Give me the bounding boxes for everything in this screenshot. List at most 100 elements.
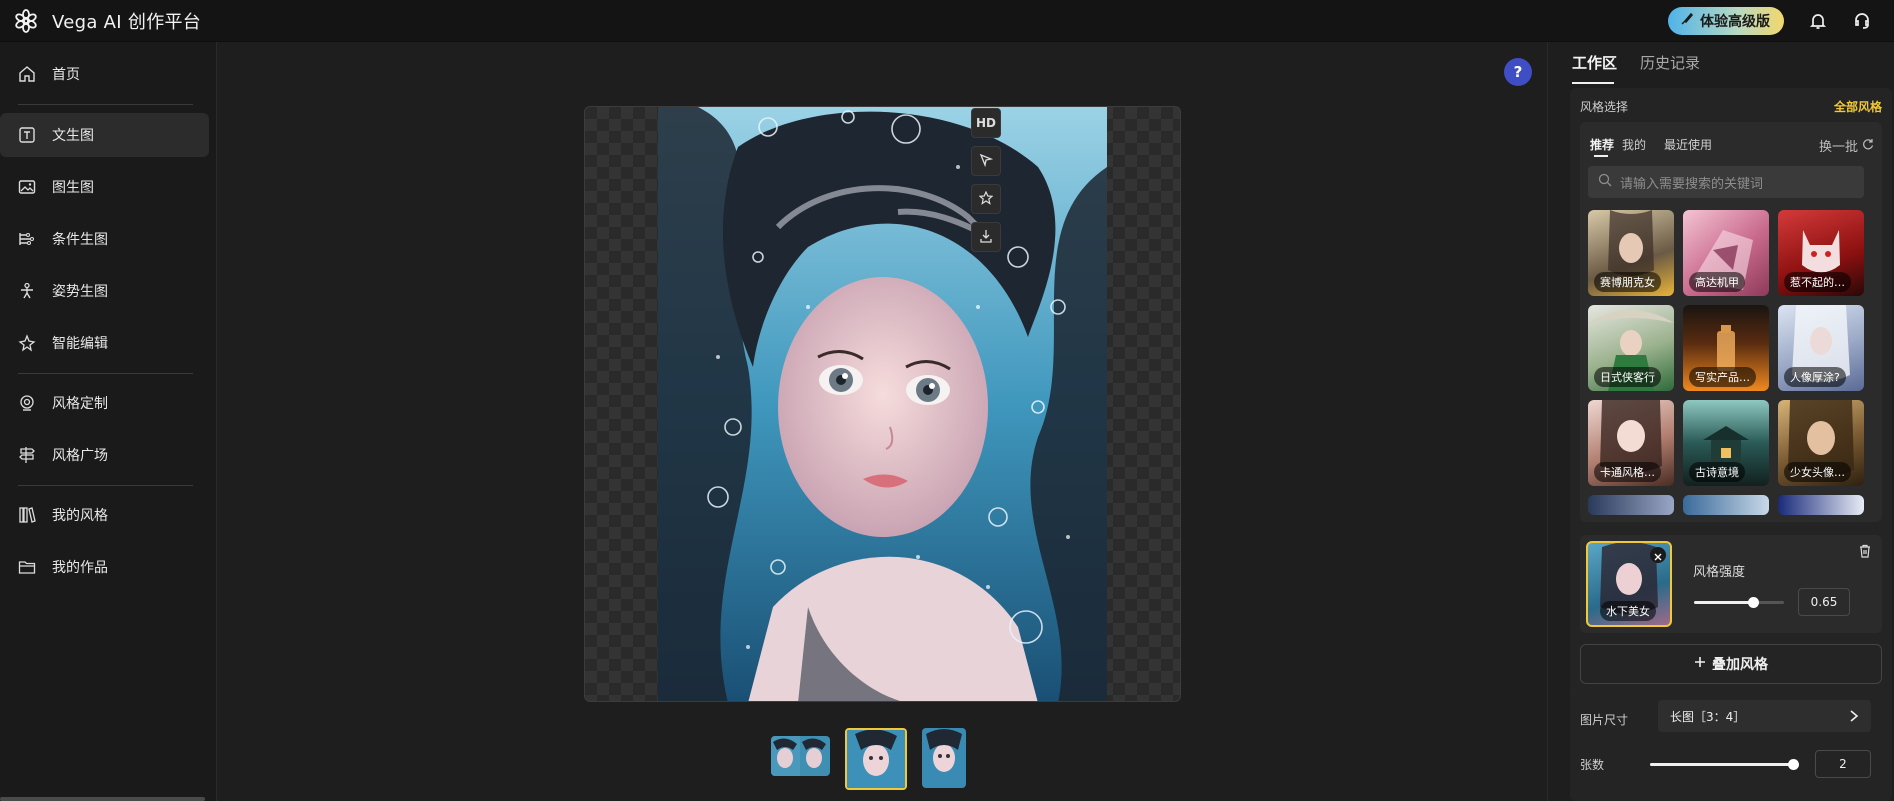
tab-history[interactable]: 历史记录 [1640,52,1700,73]
count-slider[interactable] [1650,759,1799,770]
headset-icon[interactable] [1850,9,1874,33]
sidebar-scrollbar[interactable] [0,797,205,801]
text-image-icon [18,126,36,144]
style-tile[interactable]: 少女头像… [1778,400,1864,486]
sidebar-item-style-plaza[interactable]: 风格广场 [0,433,209,477]
image-size-select[interactable]: 长图［3：4］ [1658,700,1871,732]
select-tool-button[interactable] [971,146,1001,176]
sidebar-item-label: 我的作品 [52,560,108,576]
style-tile[interactable]: 赛博朋克女 [1588,210,1674,296]
top-bar: Vega AI 创作平台 体验高级版 [0,0,1894,42]
chevron-right-icon [1849,709,1859,726]
tile-label: 赛博朋克女 [1594,272,1661,292]
style-tile[interactable]: 卡通风格… [1588,400,1674,486]
count-slider-knob[interactable] [1788,759,1799,770]
target-icon [18,394,36,412]
search-icon [1598,173,1612,191]
sidebar-item-smart-edit[interactable]: 智能编辑 [0,321,209,365]
count-label: 张数 [1580,758,1605,772]
hd-button[interactable]: HD [971,108,1001,138]
upgrade-button[interactable]: 体验高级版 [1668,7,1784,35]
add-style-button[interactable]: 叠加风格 [1580,644,1882,684]
add-style-label: 叠加风格 [1712,657,1768,673]
tile-label: 写实产品… [1689,367,1756,387]
subtab-mine[interactable]: 我的 [1622,136,1646,153]
signpost-icon [18,446,36,464]
style-tile[interactable] [1588,495,1674,515]
sidebar-item-label: 风格定制 [52,396,108,412]
image-icon [18,178,36,196]
subtab-underline [1594,155,1608,157]
style-tile[interactable]: 高达机甲 [1683,210,1769,296]
download-icon [979,229,993,246]
tile-label: 人像厚涂? [1784,367,1846,387]
sidebar-item-label: 文生图 [52,128,94,144]
tab-underline [1572,82,1614,84]
count-value[interactable]: 2 [1815,750,1871,778]
tile-label: 古诗意境 [1689,462,1745,482]
selected-style-card: 水下美女 风格强度 0.65 [1580,535,1882,633]
style-tile[interactable]: 惹不起的… [1778,210,1864,296]
tile-label: 日式侠客行 [1594,367,1661,387]
tile-label: 惹不起的… [1784,272,1851,292]
pose-icon [18,282,36,300]
refresh-icon [1862,138,1874,154]
image-size-label: 图片尺寸 [1580,713,1629,727]
image-size-value: 长图［3：4］ [1670,709,1746,724]
sidebar-item-pose[interactable]: 姿势生图 [0,269,209,313]
style-tile[interactable]: 古诗意境 [1683,400,1769,486]
style-tile[interactable]: 日式侠客行 [1588,305,1674,391]
style-search-input[interactable]: 请输入需要搜索的关键词 [1588,166,1864,198]
strength-slider-knob[interactable] [1747,597,1759,608]
right-panel: 工作区 历史记录 风格选择 全部风格 推荐 我的 最近使用 换一批 请输入需要搜… [1547,42,1894,801]
library-icon [18,506,36,524]
all-styles-link[interactable]: 全部风格 [1834,98,1882,115]
plus-icon [1694,656,1706,672]
delete-style-button[interactable] [1858,543,1872,562]
generated-image[interactable] [658,107,1107,701]
sidebar-item-style-custom[interactable]: 风格定制 [0,381,209,425]
search-placeholder: 请输入需要搜索的关键词 [1620,176,1764,192]
help-button[interactable]: ? [1504,58,1532,86]
style-tile[interactable]: 写实产品… [1683,305,1769,391]
sidebar-item-my-works[interactable]: 我的作品 [0,545,209,589]
style-tile[interactable] [1778,495,1864,515]
download-button[interactable] [971,222,1001,252]
style-tile[interactable]: 人像厚涂? [1778,305,1864,391]
strength-value[interactable]: 0.65 [1798,588,1850,616]
thumbnail-3[interactable] [922,728,966,788]
selected-style-tile[interactable]: 水下美女 [1586,541,1672,627]
sidebar-item-conditions[interactable]: 条件生图 [0,217,209,261]
sidebar-item-my-styles[interactable]: 我的风格 [0,493,209,537]
logo-icon[interactable] [12,7,40,35]
count-slider-fill [1650,763,1796,766]
bell-icon[interactable] [1806,9,1830,33]
conditions-icon [18,230,36,248]
sidebar-item-image-to-image[interactable]: 图生图 [0,165,209,209]
favorite-button[interactable] [971,184,1001,214]
subtab-recommended[interactable]: 推荐 [1590,136,1614,153]
trash-icon [1858,543,1872,562]
tile-label: 卡通风格… [1594,462,1661,482]
star-icon [978,190,994,208]
style-tile[interactable] [1683,495,1769,515]
refresh-button[interactable]: 换一批 [1819,136,1874,155]
style-section-label: 风格选择 [1580,100,1629,114]
remove-style-button[interactable] [1650,547,1666,563]
tile-label: 少女头像… [1784,462,1851,482]
tab-workspace[interactable]: 工作区 [1572,52,1617,73]
canvas-preview [584,106,1181,702]
sidebar-item-label: 风格广场 [52,448,108,464]
sidebar-item-label: 图生图 [52,180,94,196]
sidebar-item-home[interactable]: 首页 [0,52,209,96]
sidebar-item-label: 我的风格 [52,508,108,524]
subtab-recent[interactable]: 最近使用 [1664,136,1712,153]
strength-slider-fill [1694,601,1753,604]
thumbnail-2[interactable] [845,728,907,790]
thumbnail-1[interactable] [771,736,830,776]
strength-slider[interactable] [1694,597,1784,608]
sidebar: 首页 文生图 图生图 条件生图 姿势生图 智能编辑 风格定制 风格广场 我的风格… [0,42,217,801]
sidebar-item-text-to-image[interactable]: 文生图 [0,113,209,157]
strength-label: 风格强度 [1693,565,1746,580]
style-picker: 推荐 我的 最近使用 换一批 请输入需要搜索的关键词 赛博朋克女 高达机甲 惹不… [1580,122,1882,522]
